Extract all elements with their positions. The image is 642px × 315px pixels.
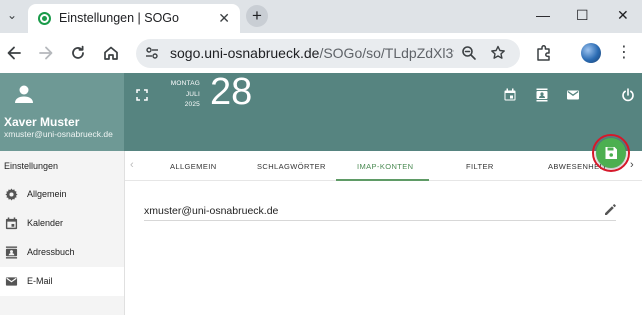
- address-book-icon: [5, 246, 18, 259]
- browser-toolbar: sogo.uni-osnabrueck.de/SOGo/so/TLdpZdXl3…: [0, 33, 642, 73]
- tab-filter[interactable]: FILTER: [466, 162, 494, 171]
- sidebar-item-label: Allgemein: [27, 189, 67, 199]
- browser-tab-bar: ⌄ Einstellungen | SOGo ✕ + — ☐ ✕: [0, 0, 642, 33]
- sogo-favicon-icon: [38, 12, 51, 25]
- home-icon[interactable]: [100, 42, 122, 64]
- tabs-scroll-left-icon[interactable]: ‹: [130, 159, 134, 171]
- settings-main: ‹ ALLGEMEIN SCHLAGWÖRTER IMAP-KONTEN FIL…: [125, 151, 642, 315]
- mail-icon: [5, 277, 18, 286]
- tabs-scroll-right-icon[interactable]: ›: [630, 159, 634, 171]
- tab-close-icon[interactable]: ✕: [218, 10, 230, 26]
- edit-pencil-icon[interactable]: [603, 203, 617, 217]
- sidebar-item-label: Adressbuch: [27, 247, 75, 257]
- active-tab-indicator: [336, 179, 429, 181]
- sidebar-item-kalender[interactable]: Kalender: [0, 209, 124, 238]
- url-host: sogo.uni-osnabrueck.de: [170, 45, 320, 61]
- site-info-icon[interactable]: [144, 45, 160, 61]
- address-bar[interactable]: sogo.uni-osnabrueck.de/SOGo/so/TLdpZdXl3…: [136, 39, 520, 68]
- user-name: Xaver Muster: [4, 115, 80, 129]
- tab-title: Einstellungen | SOGo: [59, 11, 179, 25]
- tab-imap-konten[interactable]: IMAP-KONTEN: [357, 162, 414, 171]
- user-avatar-icon: [15, 85, 33, 103]
- calendar-icon: [5, 217, 18, 230]
- highlight-ring: [592, 134, 630, 172]
- window-close-icon[interactable]: ✕: [617, 6, 629, 24]
- sidebar-item-label: Kalender: [27, 218, 64, 228]
- sidebar-item-adressbuch[interactable]: Adressbuch: [0, 238, 124, 267]
- settings-sidebar: Einstellungen Allgemein Kalender Adressb…: [0, 151, 125, 315]
- fullscreen-icon[interactable]: [136, 89, 148, 101]
- contacts-app-icon[interactable]: [535, 88, 549, 102]
- settings-tabs: ‹ ALLGEMEIN SCHLAGWÖRTER IMAP-KONTEN FIL…: [125, 151, 642, 181]
- weekday: MONTAG: [170, 80, 200, 87]
- account-address: xmuster@uni-osnabrueck.de: [144, 205, 279, 217]
- sidebar-item-label: E-Mail: [27, 276, 53, 286]
- year: 2025: [184, 101, 200, 108]
- sidebar-item-email[interactable]: E-Mail: [0, 267, 124, 296]
- tab-allgemein[interactable]: ALLGEMEIN: [170, 162, 217, 171]
- browser-tab[interactable]: Einstellungen | SOGo ✕: [28, 4, 240, 33]
- sidebar-item-allgemein[interactable]: Allgemein: [0, 180, 124, 209]
- extensions-icon[interactable]: [534, 43, 554, 63]
- user-panel: Xaver Muster xmuster@uni-osnabrueck.de: [0, 73, 124, 151]
- zoom-icon[interactable]: [460, 44, 478, 62]
- date-block: MONTAG JULI 2025: [166, 79, 200, 111]
- tab-search-icon[interactable]: ⌄: [4, 7, 20, 23]
- imap-account-row[interactable]: xmuster@uni-osnabrueck.de: [144, 201, 616, 221]
- sidebar-title: Einstellungen: [4, 161, 59, 171]
- minimize-icon[interactable]: —: [536, 6, 550, 24]
- reload-icon[interactable]: [67, 42, 89, 64]
- browser-menu-icon[interactable]: ⋮: [616, 43, 632, 63]
- profile-avatar[interactable]: [581, 43, 601, 63]
- forward-icon[interactable]: [35, 42, 57, 64]
- user-email: xmuster@uni-osnabrueck.de: [4, 129, 113, 139]
- bookmark-star-icon[interactable]: [489, 44, 507, 62]
- calendar-app-icon[interactable]: [503, 88, 517, 102]
- logout-power-icon[interactable]: [621, 88, 635, 102]
- month: JULI: [185, 90, 200, 98]
- new-tab-button[interactable]: +: [246, 5, 268, 27]
- maximize-icon[interactable]: ☐: [576, 6, 589, 24]
- tab-schlagwoerter[interactable]: SCHLAGWÖRTER: [257, 162, 326, 171]
- back-icon[interactable]: [3, 42, 25, 64]
- screenshot: ⌄ Einstellungen | SOGo ✕ + — ☐ ✕ sogo.un…: [0, 0, 642, 315]
- url-path: /SOGo/so/TLdpZdXl3fQ...: [319, 45, 454, 61]
- day-number: 28: [210, 71, 253, 113]
- url-text: sogo.uni-osnabrueck.de/SOGo/so/TLdpZdXl3…: [170, 45, 454, 61]
- mail-app-icon[interactable]: [566, 88, 580, 102]
- gear-icon: [5, 188, 18, 201]
